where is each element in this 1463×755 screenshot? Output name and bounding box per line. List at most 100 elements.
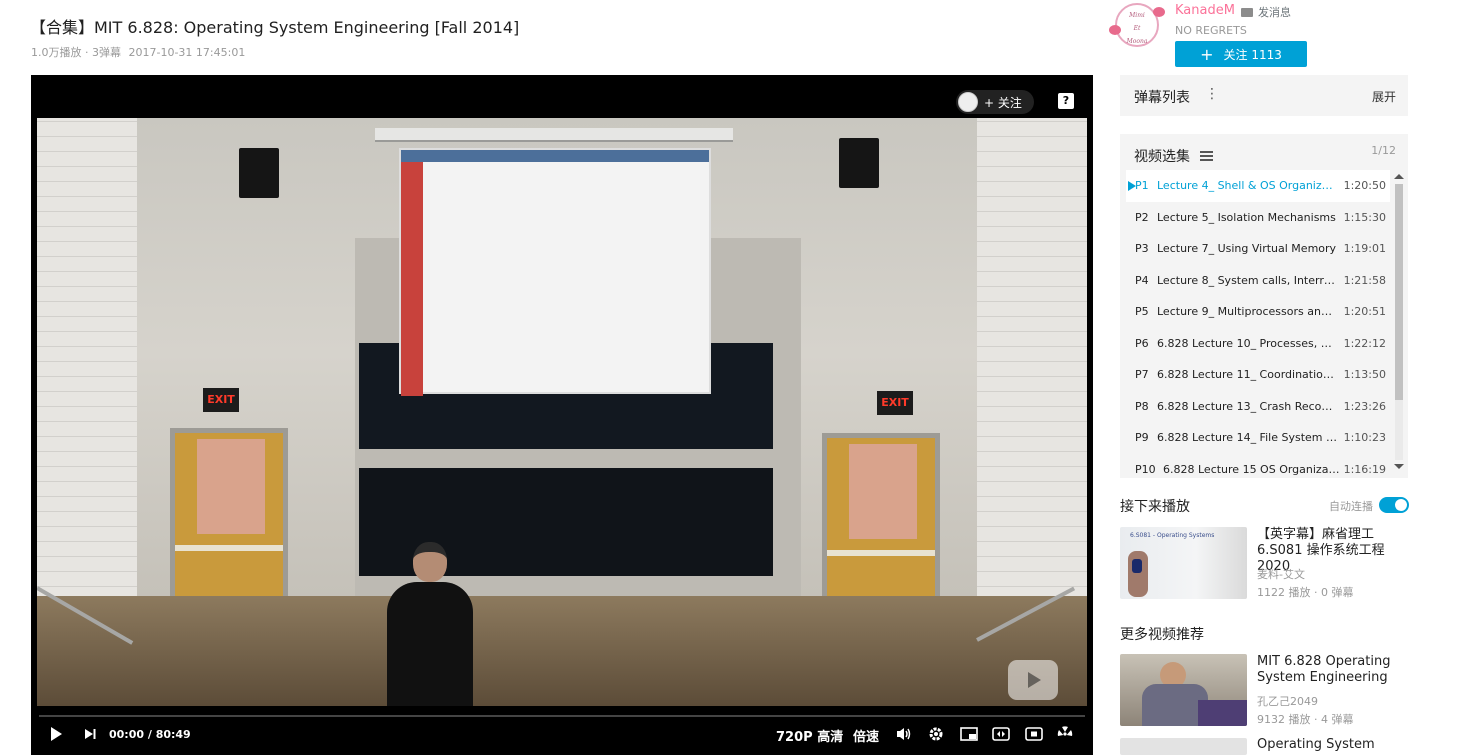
episode-title: 6.828 Lecture 15 OS Organization — [1163, 462, 1343, 476]
autoplay-label: 自动连播 — [1329, 500, 1373, 513]
video-scene-speaker-left — [239, 148, 279, 198]
speed-selector[interactable]: 倍速 — [853, 726, 879, 745]
episode-duration: 1:10:23 — [1343, 431, 1386, 445]
episode-item[interactable]: P7 6.828 Lecture 11_ Coordination (Sleep… — [1126, 359, 1390, 391]
follow-label: 关注 1113 — [1223, 47, 1282, 62]
next-icon[interactable] — [81, 726, 99, 742]
episode-title: 6.828 Lecture 13_ Crash Recovery — [1157, 399, 1337, 413]
video-scene-screen-bar — [401, 150, 709, 162]
danmaku-expand-button[interactable]: 展开 — [1372, 88, 1396, 105]
episode-number: P7 — [1135, 368, 1149, 382]
episode-duration: 1:21:58 — [1343, 273, 1386, 287]
episode-title: Lecture 4_ Shell & OS Organization — [1157, 179, 1337, 193]
episode-item[interactable]: P9 6.828 Lecture 14_ File System Perform… — [1126, 422, 1390, 454]
danmaku-list-panel[interactable]: 弹幕列表 ⋮ 展开 — [1120, 75, 1408, 116]
player-uploader-avatar — [958, 92, 978, 112]
video-scene-exit-sign-right: EXIT — [877, 391, 913, 415]
recommend-thumbnail[interactable] — [1120, 654, 1247, 726]
video-frame[interactable]: EXIT EXIT — [37, 118, 1087, 706]
widescreen-icon[interactable] — [992, 726, 1010, 742]
episode-item[interactable]: P10 6.828 Lecture 15 OS Organization 1:1… — [1126, 454, 1390, 479]
episode-title: 6.828 Lecture 14_ File System Performanc… — [1157, 431, 1337, 445]
thumb-hand — [1128, 551, 1148, 597]
episode-title: Lecture 5_ Isolation Mechanisms — [1157, 210, 1336, 224]
episode-number: P1 — [1135, 179, 1149, 193]
send-message-button[interactable]: 发消息 — [1241, 4, 1291, 20]
episode-title: 6.828 Lecture 10_ Processes, Threads — [1157, 336, 1337, 350]
episode-list: P1 Lecture 4_ Shell & OS Organization 1:… — [1126, 170, 1390, 478]
volume-icon[interactable] — [895, 726, 913, 742]
fullscreen-radiation-icon[interactable] — [1056, 726, 1074, 742]
mail-icon — [1241, 7, 1253, 17]
episode-number: P6 — [1135, 336, 1149, 350]
episode-number: P3 — [1135, 242, 1149, 256]
episode-duration: 1:20:50 — [1343, 179, 1386, 193]
episode-number: P5 — [1135, 305, 1149, 319]
publish-date: 2017-10-31 17:45:01 — [128, 46, 246, 59]
episode-title: Lecture 7_ Using Virtual Memory — [1157, 242, 1337, 256]
video-meta: 1.0万播放 · 3弹幕 2017-10-31 17:45:01 — [31, 44, 249, 60]
episode-scrollbar[interactable] — [1392, 170, 1406, 474]
video-scene-speaker-right — [839, 138, 879, 188]
episode-item[interactable]: P4 Lecture 8_ System calls, Interrupts, … — [1126, 265, 1390, 297]
danmaku-list-title: 弹幕列表 — [1134, 90, 1190, 106]
video-scene-door-left — [170, 428, 288, 608]
send-message-label: 发消息 — [1258, 6, 1291, 19]
recommend-video-title[interactable]: MIT 6.828 Operating System Engineering — [1257, 654, 1412, 686]
settings-gear-icon[interactable] — [927, 726, 945, 742]
uploader-signature: NO REGRETS — [1175, 24, 1247, 37]
episode-duration: 1:15:30 — [1343, 210, 1386, 224]
episode-title: Lecture 9_ Multiprocessors and Locking — [1157, 305, 1337, 319]
scroll-down-icon[interactable] — [1394, 464, 1404, 469]
episode-item[interactable]: P2 Lecture 5_ Isolation Mechanisms 1:15:… — [1126, 202, 1390, 234]
recommend-title: 更多视频推荐 — [1120, 627, 1204, 643]
episode-duration: 1:22:12 — [1343, 336, 1386, 350]
progress-bar[interactable] — [39, 715, 1085, 717]
bilibili-tv-logo-icon — [1008, 660, 1058, 700]
video-title: 【合集】MIT 6.828: Operating System Engineer… — [30, 18, 520, 37]
recommend-author[interactable]: 孔乙己2049 — [1257, 693, 1318, 709]
web-fullscreen-icon[interactable] — [1025, 726, 1043, 742]
episode-number: P4 — [1135, 273, 1149, 287]
video-scene-exit-sign-left: EXIT — [203, 388, 239, 412]
player-follow-button[interactable]: + 关注 — [956, 90, 1034, 114]
next-up-author[interactable]: 麦料-艾文 — [1257, 566, 1305, 582]
episode-item[interactable]: P3 Lecture 7_ Using Virtual Memory 1:19:… — [1126, 233, 1390, 265]
picture-in-picture-icon[interactable] — [960, 726, 978, 742]
uploader-avatar[interactable]: Mimi Et Moona — [1105, 3, 1165, 47]
player-control-bar: 00:00 / 80:49 720P 高清 倍速 — [31, 706, 1093, 755]
autoplay-toggle[interactable] — [1379, 497, 1409, 513]
uploader-name[interactable]: KanadeM — [1175, 3, 1235, 18]
episode-item[interactable]: P5 Lecture 9_ Multiprocessors and Lockin… — [1126, 296, 1390, 328]
help-icon[interactable]: ? — [1058, 93, 1074, 109]
episode-title: Lecture 8_ System calls, Interrupts, and… — [1157, 273, 1337, 287]
next-up-thumbnail-text: 6.S081 - Operating Systems — [1130, 532, 1215, 539]
scroll-up-icon[interactable] — [1394, 174, 1404, 179]
avatar-bow-icon — [1109, 25, 1121, 35]
thumb-marker — [1132, 559, 1142, 573]
video-scene-screen-roller — [375, 128, 733, 142]
episode-number: P9 — [1135, 431, 1149, 445]
thumb-bg-object — [1198, 700, 1247, 726]
recommend-video-title[interactable]: Operating System — [1257, 737, 1412, 753]
episode-item[interactable]: P1 Lecture 4_ Shell & OS Organization 1:… — [1126, 170, 1390, 202]
recommend-thumbnail[interactable] — [1120, 738, 1247, 755]
video-player[interactable]: EXIT EXIT + 关注 ? 00:00 / 80:49 720P 高清 倍… — [31, 75, 1093, 755]
quality-selector[interactable]: 720P 高清 — [776, 726, 843, 745]
next-up-thumbnail[interactable]: 6.S081 - Operating Systems — [1120, 527, 1247, 599]
video-scene-lecturer — [383, 542, 475, 706]
next-up-title: 接下来播放 — [1120, 499, 1190, 515]
more-vertical-icon[interactable]: ⋮ — [1205, 86, 1219, 102]
episode-item[interactable]: P8 6.828 Lecture 13_ Crash Recovery 1:23… — [1126, 391, 1390, 423]
play-icon[interactable] — [47, 726, 65, 742]
episode-panel: 视频选集 1/12 P1 Lecture 4_ Shell & OS Organ… — [1120, 134, 1408, 478]
episode-duration: 1:13:50 — [1343, 368, 1386, 382]
playing-icon — [1128, 181, 1136, 191]
episode-item[interactable]: P6 6.828 Lecture 10_ Processes, Threads … — [1126, 328, 1390, 360]
episode-duration: 1:20:51 — [1343, 305, 1386, 319]
time-display: 00:00 / 80:49 — [109, 728, 191, 741]
list-icon[interactable] — [1200, 151, 1213, 161]
follow-button[interactable]: + 关注 1113 — [1175, 41, 1307, 67]
recommend-stats: 9132 播放 · 4 弹幕 — [1257, 713, 1354, 726]
scroll-thumb[interactable] — [1395, 184, 1403, 400]
